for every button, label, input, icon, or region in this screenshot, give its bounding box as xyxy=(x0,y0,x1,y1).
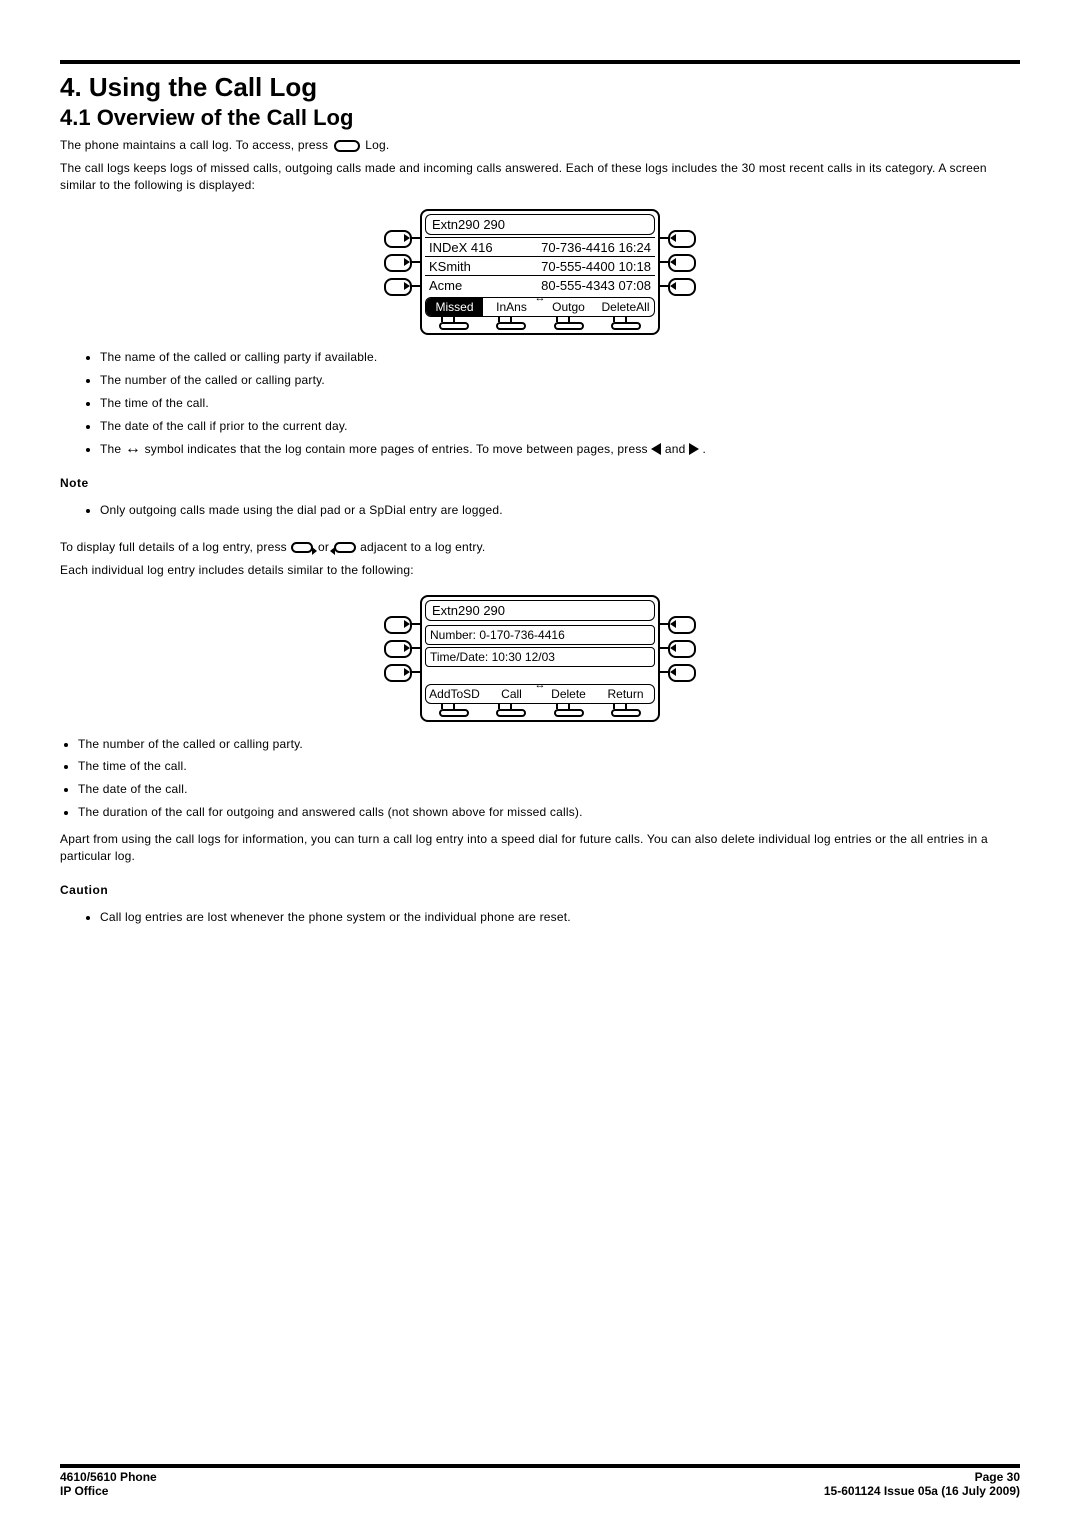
bullet-item: The ↔ symbol indicates that the log cont… xyxy=(100,441,1020,458)
left-soft-button-icon xyxy=(384,229,420,247)
softkey-call: Call xyxy=(483,685,540,703)
footer-left-2: IP Office xyxy=(60,1484,108,1498)
oval-button-icon xyxy=(334,140,360,152)
text: To display full details of a log entry, … xyxy=(60,540,290,554)
softkey-row: ↔ AddToSD Call Delete Return xyxy=(425,684,655,704)
bottom-button-icon xyxy=(554,709,584,717)
bottom-button-icon xyxy=(439,322,469,330)
entry-time-line: Time/Date: 10:30 12/03 xyxy=(425,647,655,667)
bullet-list-2: The number of the called or calling part… xyxy=(78,736,1020,821)
right-soft-button-icon xyxy=(660,639,696,657)
screen-title: Extn290 290 xyxy=(425,600,655,621)
subsection-heading: 4.1 Overview of the Call Log xyxy=(60,105,1020,131)
bottom-button-icon xyxy=(496,322,526,330)
left-soft-button-icon xyxy=(384,639,420,657)
bullet-list-1: The name of the called or calling party … xyxy=(100,349,1020,457)
bottom-button-icon xyxy=(496,709,526,717)
bullet-item: Call log entries are lost whenever the p… xyxy=(100,909,1020,926)
bullet-item: The date of the call. xyxy=(78,781,1020,798)
screen-title: Extn290 290 xyxy=(425,214,655,235)
right-soft-button-icon xyxy=(660,253,696,271)
right-arrow-icon xyxy=(689,443,699,455)
footer-right-2: 15-601124 Issue 05a (16 July 2009) xyxy=(824,1484,1020,1498)
right-soft-button-icon xyxy=(660,615,696,633)
call-log-list-diagram: Extn290 290 INDeX 416 70-736-4416 16:24 … xyxy=(60,209,1020,335)
right-soft-button-icon xyxy=(660,663,696,681)
paragraph-access: The phone maintains a call log. To acces… xyxy=(60,137,1020,154)
log-name: INDeX 416 xyxy=(429,240,493,255)
bottom-button-icon xyxy=(554,322,584,330)
softkey-inans: InAns xyxy=(483,298,540,316)
text: . xyxy=(703,442,707,456)
left-soft-button-icon xyxy=(384,277,420,295)
oval-right-button-icon xyxy=(291,542,313,553)
caution-label: Caution xyxy=(60,882,1020,899)
bullet-item: The date of the call if prior to the cur… xyxy=(100,418,1020,435)
entry-number-line: Number: 0-170-736-4416 xyxy=(425,625,655,645)
phone-screen: Extn290 290 Number: 0-170-736-4416 Time/… xyxy=(420,595,660,722)
oval-left-button-icon xyxy=(334,542,356,553)
right-soft-button-icon xyxy=(660,277,696,295)
text: and xyxy=(665,442,689,456)
log-row: KSmith 70-555-4400 10:18 xyxy=(425,256,655,275)
log-row: INDeX 416 70-736-4416 16:24 xyxy=(425,237,655,256)
softkey-delete: Delete xyxy=(540,685,597,703)
section-heading: 4. Using the Call Log xyxy=(60,72,1020,103)
double-arrow-icon: ↔ xyxy=(125,441,141,457)
call-log-entry-diagram: Extn290 290 Number: 0-170-736-4416 Time/… xyxy=(60,595,1020,722)
text: The phone maintains a call log. To acces… xyxy=(60,138,332,152)
caution-list: Call log entries are lost whenever the p… xyxy=(100,909,1020,926)
bullet-item: The time of the call. xyxy=(78,758,1020,775)
softkey-row: ↔ Missed InAns Outgo DeleteAll xyxy=(425,297,655,317)
left-soft-button-icon xyxy=(384,663,420,681)
bullet-item: Only outgoing calls made using the dial … xyxy=(100,502,1020,519)
bullet-item: The number of the called or calling part… xyxy=(100,372,1020,389)
page-footer: 4610/5610 Phone Page 30 IP Office 15-601… xyxy=(60,1464,1020,1498)
text: symbol indicates that the log contain mo… xyxy=(145,442,652,456)
phone-screen: Extn290 290 INDeX 416 70-736-4416 16:24 … xyxy=(420,209,660,335)
bullet-item: The time of the call. xyxy=(100,395,1020,412)
text: Log. xyxy=(365,138,389,152)
bottom-button-icon xyxy=(439,709,469,717)
bullet-item: The number of the called or calling part… xyxy=(78,736,1020,753)
right-soft-button-icon xyxy=(660,229,696,247)
paragraph-entry-details: Each individual log entry includes detai… xyxy=(60,562,1020,579)
softkey-addtosd: AddToSD xyxy=(426,685,483,703)
text: adjacent to a log entry. xyxy=(360,540,485,554)
left-soft-button-icon xyxy=(384,253,420,271)
text: The xyxy=(100,442,125,456)
footer-right-1: Page 30 xyxy=(975,1470,1020,1484)
paragraph-logs: The call logs keeps logs of missed calls… xyxy=(60,160,1020,194)
bullet-item: The name of the called or calling party … xyxy=(100,349,1020,366)
left-soft-button-icon xyxy=(384,615,420,633)
bottom-button-icon xyxy=(611,709,641,717)
softkey-outgo: Outgo xyxy=(540,298,597,316)
log-detail: 70-555-4400 10:18 xyxy=(541,259,651,274)
paragraph-usage: Apart from using the call logs for infor… xyxy=(60,831,1020,865)
note-label: Note xyxy=(60,475,1020,492)
softkey-deleteall: DeleteAll xyxy=(597,298,654,316)
left-arrow-icon xyxy=(651,443,661,455)
footer-left-1: 4610/5610 Phone xyxy=(60,1470,157,1484)
log-name: KSmith xyxy=(429,259,471,274)
log-detail: 70-736-4416 16:24 xyxy=(541,240,651,255)
note-list: Only outgoing calls made using the dial … xyxy=(100,502,1020,519)
log-detail: 80-555-4343 07:08 xyxy=(541,278,651,293)
softkey-return: Return xyxy=(597,685,654,703)
bottom-button-icon xyxy=(611,322,641,330)
softkey-missed: Missed xyxy=(426,298,483,316)
bullet-item: The duration of the call for outgoing an… xyxy=(78,804,1020,821)
log-name: Acme xyxy=(429,278,462,293)
paragraph-display-details: To display full details of a log entry, … xyxy=(60,539,1020,556)
